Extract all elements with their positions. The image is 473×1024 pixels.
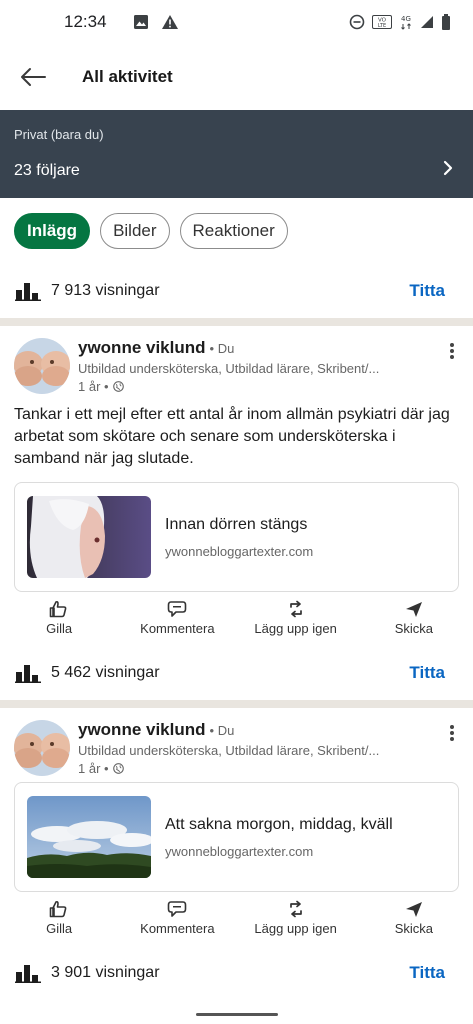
divider: [0, 700, 473, 708]
comment-icon: [168, 901, 187, 917]
more-options-icon[interactable]: [449, 724, 455, 747]
view-analytics-link[interactable]: Titta: [409, 663, 445, 683]
link-preview-card[interactable]: Innan dörren stängs ywonnebloggartexter.…: [14, 482, 459, 592]
views-row: 7 913 visningar Titta: [0, 264, 473, 318]
views-row: 5 462 visningar Titta: [0, 646, 473, 700]
views-count: 3 901 visningar: [51, 964, 160, 981]
signal-icon: [420, 15, 434, 29]
post-actions: Gilla Kommentera Lägg upp igen Skicka: [0, 892, 473, 946]
analytics-bars-icon: [15, 281, 41, 301]
view-analytics-link[interactable]: Titta: [409, 281, 445, 301]
views-count: 7 913 visningar: [51, 282, 160, 299]
author-headline: Utbildad undersköterska, Utbildad lärare…: [78, 361, 380, 376]
thumbs-up-icon: [49, 900, 67, 918]
like-button[interactable]: Gilla: [0, 900, 118, 946]
back-arrow-icon: [21, 68, 46, 86]
more-options-icon[interactable]: [449, 342, 455, 365]
link-preview-card[interactable]: Att sakna morgon, middag, kväll ywonnebl…: [14, 782, 459, 892]
send-icon: [405, 602, 422, 617]
post-text[interactable]: Tankar i ett mejl efter ett antal år ino…: [0, 398, 473, 470]
send-label: Skicka: [394, 921, 434, 936]
post-actions: Gilla Kommentera Lägg upp igen Skicka: [0, 592, 473, 646]
repost-button[interactable]: Lägg upp igen: [237, 900, 355, 946]
send-icon: [405, 902, 422, 917]
author-name[interactable]: ywonne viklund: [78, 720, 206, 740]
post-card: ywonne viklund • Du Utbildad undersköters…: [0, 326, 473, 700]
post-time: 1 år •: [78, 761, 109, 776]
link-thumbnail: [27, 496, 151, 578]
avatar[interactable]: [14, 338, 70, 394]
avatar[interactable]: [14, 720, 70, 776]
author-name[interactable]: ywonne viklund: [78, 338, 206, 358]
filter-chip-reactions[interactable]: Reaktioner: [179, 213, 288, 249]
image-icon: [133, 14, 149, 30]
repost-button[interactable]: Lägg upp igen: [237, 600, 355, 646]
home-indicator[interactable]: [196, 1013, 278, 1016]
app-header: All aktivitet: [0, 44, 473, 110]
send-button[interactable]: Skicka: [355, 600, 473, 646]
like-label: Gilla: [46, 921, 73, 936]
connection-degree: • Du: [209, 723, 235, 738]
status-time: 12:34: [64, 12, 107, 31]
comment-button[interactable]: Kommentera: [118, 600, 236, 646]
post-header: ywonne viklund • Du Utbildad undersköters…: [0, 326, 473, 398]
analytics-bars-icon: [15, 963, 41, 983]
analytics-bars-icon: [15, 663, 41, 683]
filter-chips: Inlägg Bilder Reaktioner: [0, 198, 473, 264]
repost-icon: [289, 600, 302, 618]
views-row: 3 901 visningar Titta: [0, 946, 473, 1000]
network-4g-icon: 4G: [399, 14, 413, 30]
banner-privacy-label: Privat (bara du): [14, 127, 104, 142]
page-title: All aktivitet: [82, 67, 173, 86]
comment-button[interactable]: Kommentera: [118, 900, 236, 946]
link-domain: ywonnebloggartexter.com: [165, 543, 314, 559]
send-button[interactable]: Skicka: [355, 900, 473, 946]
warning-icon: [161, 14, 179, 30]
divider: [0, 318, 473, 326]
like-label: Gilla: [46, 621, 73, 636]
followers-banner[interactable]: Privat (bara du) 23 följare: [0, 110, 473, 198]
globe-icon: [112, 763, 124, 774]
send-label: Skicka: [394, 621, 434, 636]
svg-text:4G: 4G: [401, 15, 411, 23]
post-card: ywonne viklund • Du Utbildad undersköters…: [0, 708, 473, 1000]
svg-text:LTE: LTE: [378, 23, 386, 29]
status-bar: 12:34 VO LTE 4G: [0, 0, 473, 44]
repost-label: Lägg upp igen: [254, 621, 337, 636]
like-button[interactable]: Gilla: [0, 600, 118, 646]
link-thumbnail: [27, 796, 151, 878]
views-count: 5 462 visningar: [51, 664, 160, 681]
link-title: Innan dörren stängs: [165, 515, 308, 533]
globe-icon: [112, 381, 124, 392]
repost-icon: [289, 900, 302, 918]
filter-chip-posts[interactable]: Inlägg: [14, 213, 91, 249]
post-time: 1 år •: [78, 379, 109, 394]
chevron-right-icon: [443, 160, 453, 181]
followers-count: 23 följare: [14, 162, 80, 179]
post-header: ywonne viklund • Du Utbildad undersköters…: [0, 708, 473, 780]
dnd-icon: [349, 14, 365, 30]
link-title: Att sakna morgon, middag, kväll: [165, 815, 393, 833]
back-button[interactable]: [18, 62, 48, 92]
filter-chip-images[interactable]: Bilder: [100, 213, 170, 249]
thumbs-up-icon: [49, 600, 67, 618]
battery-icon: [441, 14, 451, 30]
comment-label: Kommentera: [140, 621, 215, 636]
volte-icon: VO LTE: [372, 15, 392, 29]
repost-label: Lägg upp igen: [254, 921, 337, 936]
comment-label: Kommentera: [140, 921, 215, 936]
connection-degree: • Du: [209, 341, 235, 356]
link-domain: ywonnebloggartexter.com: [165, 843, 314, 859]
comment-icon: [168, 601, 187, 617]
author-headline: Utbildad undersköterska, Utbildad lärare…: [78, 743, 380, 758]
view-analytics-link[interactable]: Titta: [409, 963, 445, 983]
